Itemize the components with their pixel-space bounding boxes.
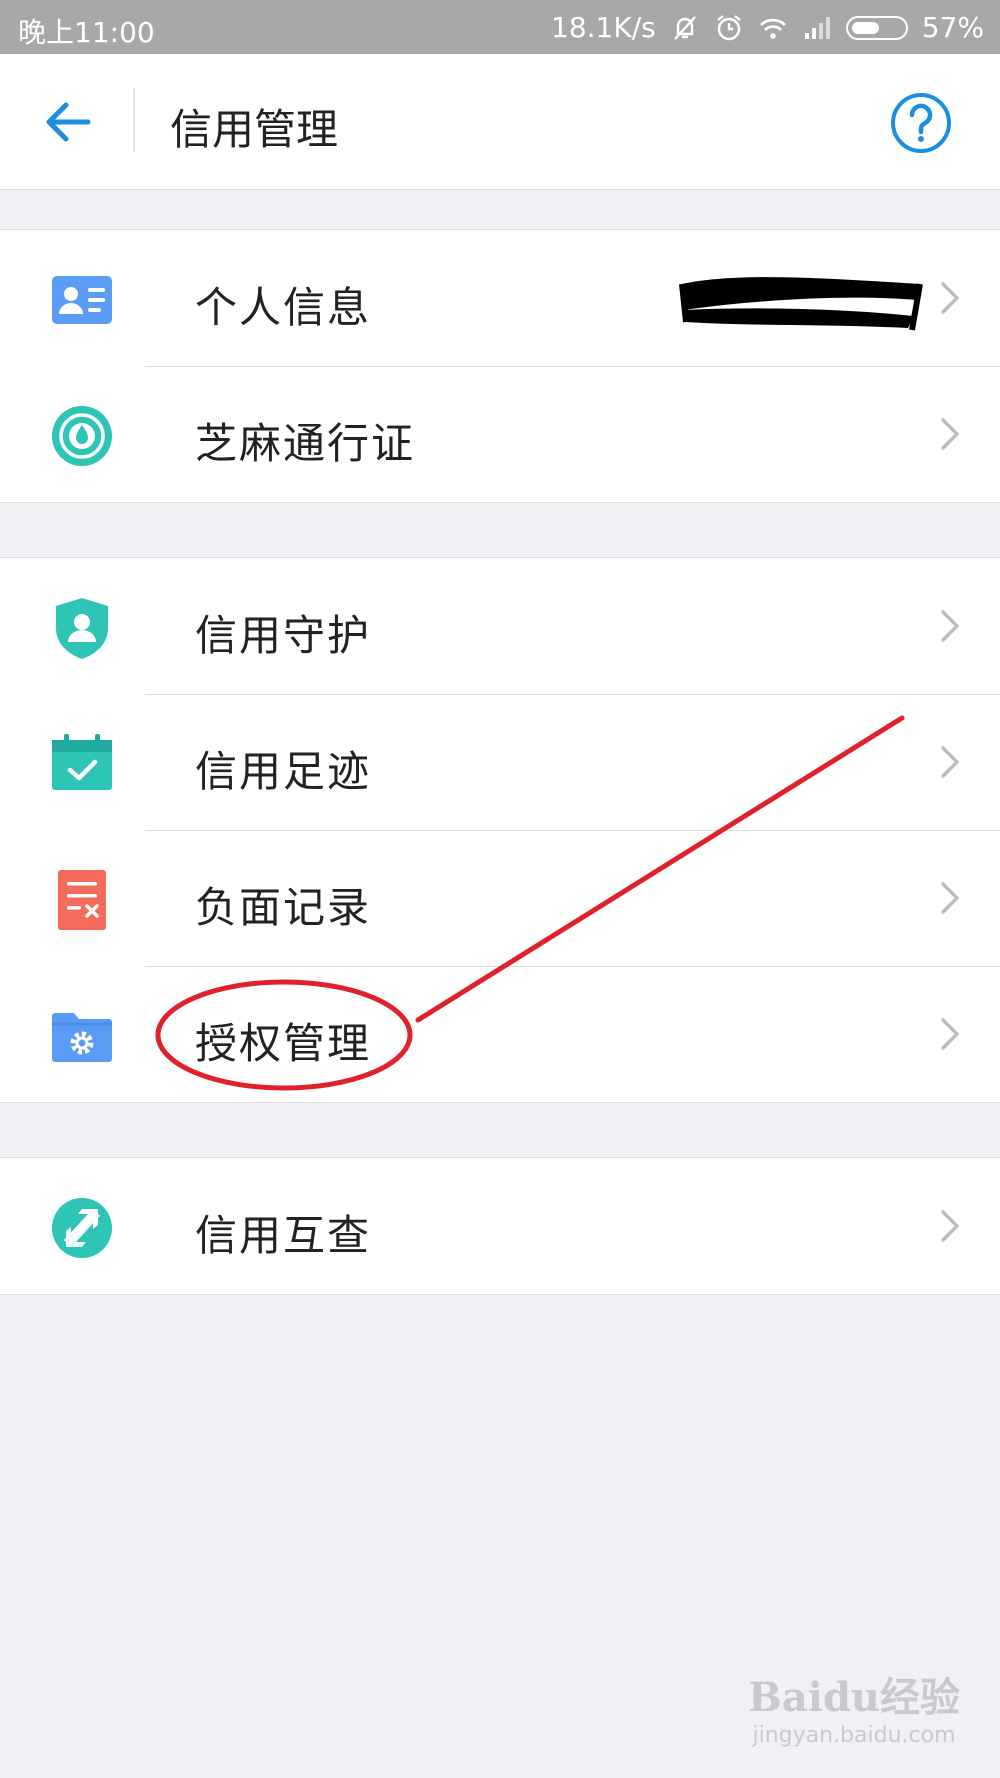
status-bar: 晚上11:00 18.1K/s 57%: [0, 0, 1000, 54]
id-card-icon: [52, 276, 112, 324]
menu-item-label: 个人信息: [195, 283, 372, 332]
question-circle-icon[interactable]: [890, 92, 952, 154]
watermark: Baidu经验 jingyan.baidu.com: [748, 1665, 960, 1748]
status-icons: 18.1K/s 57%: [551, 11, 984, 44]
menu-item-credit-guard[interactable]: 信用守护: [0, 558, 1000, 694]
chevron-right-icon: [941, 282, 959, 314]
wifi-icon: [759, 18, 786, 39]
menu-item-personal-info[interactable]: 个人信息: [0, 230, 1000, 366]
sesame-passport-icon: [52, 406, 112, 466]
shield-user-icon: [56, 598, 108, 659]
chevron-right-icon: [941, 1018, 959, 1050]
menu-item-label: 授权管理: [195, 1019, 372, 1068]
header: 信用管理: [0, 54, 1000, 190]
chevron-right-icon: [941, 746, 959, 778]
arrow-left-icon[interactable]: [38, 92, 98, 152]
chevron-right-icon: [941, 418, 959, 450]
network-speed: 18.1K/s: [551, 11, 656, 44]
battery-percent: 57%: [921, 11, 984, 44]
menu-item-mutual-credit-check[interactable]: 信用互查: [0, 1158, 1000, 1294]
folder-gear-icon: [52, 1013, 112, 1062]
menu-item-label: 芝麻通行证: [195, 419, 416, 468]
calendar-check-icon: [52, 734, 112, 790]
menu-item-label: 信用足迹: [195, 747, 372, 796]
battery-icon: [845, 15, 908, 40]
menu-item-authorization-management[interactable]: 授权管理: [0, 966, 1000, 1102]
menu-group-3: 信用互查: [0, 1157, 1000, 1295]
menu-item-sesame-passport[interactable]: 芝麻通行证: [0, 366, 1000, 502]
signal-icon: [804, 16, 830, 39]
status-time: 晚上11:00: [18, 16, 155, 49]
menu-group-1: 个人信息 芝麻通行证: [0, 229, 1000, 503]
menu-group-2: 信用守护 信用足迹 负面记录 授权管理: [0, 557, 1000, 1103]
chevron-right-icon: [941, 610, 959, 642]
mutual-check-icon: [52, 1198, 112, 1258]
page-title: 信用管理: [170, 105, 339, 154]
watermark-url: jingyan.baidu.com: [752, 1723, 956, 1748]
menu-item-label: 信用互查: [195, 1211, 372, 1260]
alarm-icon: [717, 14, 741, 40]
menu-item-credit-footprint[interactable]: 信用足迹: [0, 694, 1000, 830]
header-divider: [133, 88, 135, 152]
menu-item-label: 负面记录: [195, 883, 372, 932]
bell-off-icon: [673, 15, 696, 40]
menu-item-negative-records[interactable]: 负面记录: [0, 830, 1000, 966]
document-x-icon: [58, 870, 106, 930]
chevron-right-icon: [941, 1210, 959, 1242]
chevron-right-icon: [941, 882, 959, 914]
menu-item-label: 信用守护: [195, 611, 372, 660]
watermark-logo: Baidu经验: [748, 1674, 960, 1721]
redaction-scribble: [679, 277, 923, 331]
